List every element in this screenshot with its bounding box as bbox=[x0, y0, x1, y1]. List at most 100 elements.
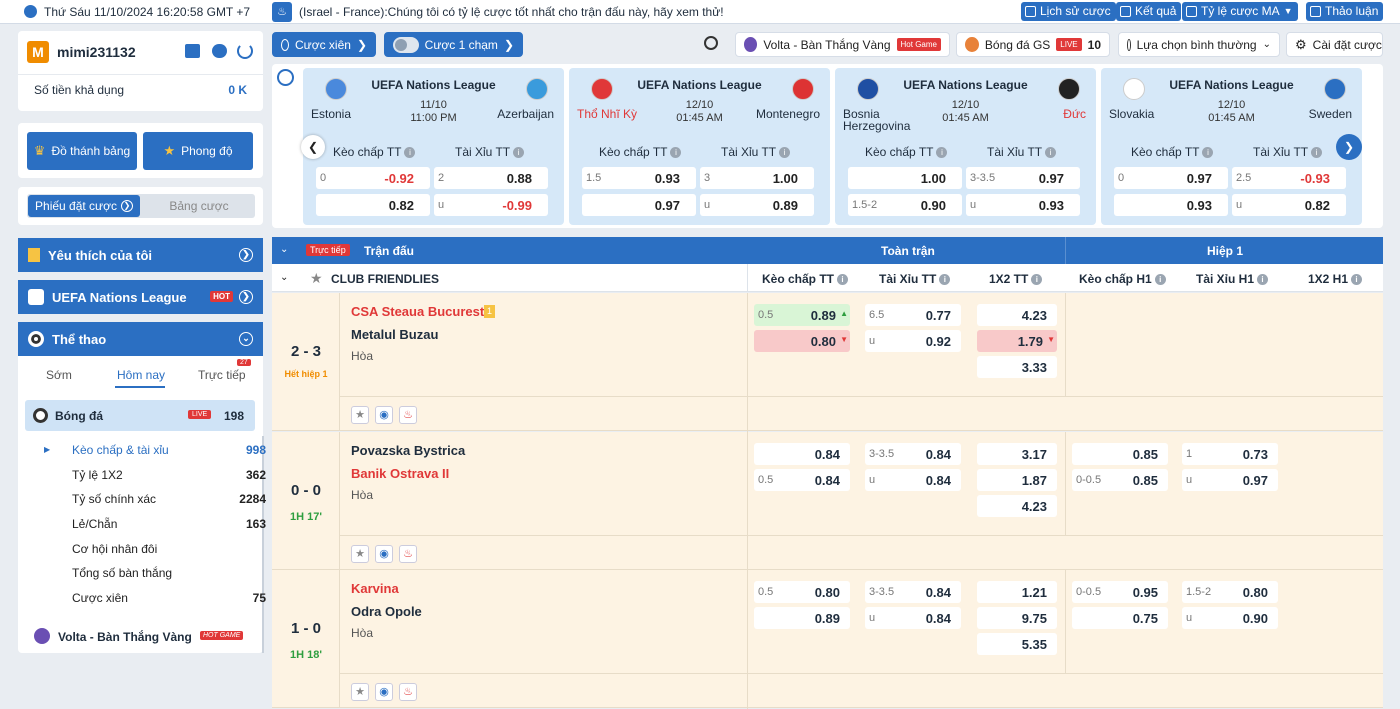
collapse-icon[interactable]: ⌄ bbox=[280, 244, 288, 255]
odds-cell[interactable]: 1.5-2 0.90 bbox=[848, 194, 962, 216]
odds-cell[interactable]: 2 0.88 bbox=[434, 167, 548, 189]
market-item[interactable]: Tỷ số chính xác 2284 bbox=[72, 492, 266, 506]
announcement[interactable]: (Israel - France):Chúng tôi có tỷ lệ cượ… bbox=[299, 5, 724, 19]
bet-history-button[interactable]: Lịch sử cược bbox=[1021, 2, 1116, 21]
odds-cell[interactable]: u 0.92 bbox=[865, 330, 961, 352]
sidebar-item-volta[interactable]: Volta - Bàn Thắng Vàng bbox=[58, 630, 192, 644]
book-icon[interactable] bbox=[185, 44, 200, 58]
bell-icon[interactable]: ♨ bbox=[272, 2, 292, 22]
sport-row-soccer[interactable]: Bóng đá LIVE 198 bbox=[25, 400, 255, 431]
odds-cell[interactable]: 5.35 bbox=[977, 633, 1057, 655]
odds-cell[interactable]: 0.5 0.89 ▲ bbox=[754, 304, 850, 326]
market-item[interactable]: Tỷ lệ 1X2 362 bbox=[72, 468, 266, 482]
odds-cell[interactable]: 0.80 ▼ bbox=[754, 330, 850, 352]
message-icon[interactable] bbox=[212, 44, 227, 58]
odds-cell[interactable]: 2.5 -0.93 bbox=[1232, 167, 1346, 189]
one-click-bet-toggle[interactable]: Cược 1 chạm ❯ bbox=[384, 32, 523, 57]
odds-cell[interactable]: 1.5-2 0.80 bbox=[1182, 581, 1278, 603]
home-team[interactable]: Karvina bbox=[351, 581, 399, 596]
odds-cell[interactable]: 3 1.00 bbox=[700, 167, 814, 189]
sidebar-item-favorites[interactable]: Yêu thích của tôi ❯ bbox=[18, 238, 263, 272]
odds-cell[interactable]: u -0.99 bbox=[434, 194, 548, 216]
star-icon[interactable]: ★ bbox=[310, 270, 323, 287]
odds-cell[interactable]: 0.5 0.80 bbox=[754, 581, 850, 603]
odds-cell[interactable]: 0-0.5 0.95 bbox=[1072, 581, 1168, 603]
featured-match-card[interactable]: UEFA Nations League 12/10 01:45 AM Bosnia H… bbox=[835, 68, 1096, 225]
toggle-switch[interactable] bbox=[393, 36, 419, 53]
odds-cell[interactable]: 0.82 bbox=[316, 194, 430, 216]
bet-slip-tab[interactable]: Phiếu đặt cược ❯ bbox=[28, 195, 140, 217]
form-button[interactable]: ★ Phong độ bbox=[143, 132, 253, 170]
market-item[interactable]: Cược xiên 75 bbox=[72, 591, 266, 605]
odds-cell[interactable]: 0.75 bbox=[1072, 607, 1168, 629]
away-team[interactable]: Odra Opole bbox=[351, 604, 422, 619]
odds-cell[interactable]: 1.79 ▼ bbox=[977, 330, 1057, 352]
odds-cell[interactable]: u 0.90 bbox=[1182, 607, 1278, 629]
fire-icon[interactable]: ♨ bbox=[399, 545, 417, 563]
star-icon[interactable]: ★ bbox=[351, 406, 369, 424]
featured-match-card[interactable]: UEFA Nations League 11/10 11:00 PM Estonia A… bbox=[303, 68, 564, 225]
eye-icon[interactable]: ◉ bbox=[375, 683, 393, 701]
odds-cell[interactable]: 1.00 bbox=[848, 167, 962, 189]
featured-match-card[interactable]: UEFA Nations League 12/10 01:45 AM Slovakia… bbox=[1101, 68, 1362, 225]
odds-cell[interactable]: u 0.84 bbox=[865, 607, 961, 629]
sidebar-item-sports[interactable]: Thể thao ⌄ bbox=[18, 322, 263, 356]
results-button[interactable]: Kết quả bbox=[1116, 2, 1182, 21]
odds-cell[interactable]: 1.5 0.93 bbox=[582, 167, 696, 189]
odds-cell[interactable]: 9.75 bbox=[977, 607, 1057, 629]
tab-today[interactable]: Hôm nay bbox=[117, 368, 165, 382]
odds-cell[interactable]: 1.21 bbox=[977, 581, 1057, 603]
volta-filter-button[interactable]: Volta - Bàn Thắng Vàng Hot Game bbox=[735, 32, 950, 57]
odds-cell[interactable]: u 0.82 bbox=[1232, 194, 1346, 216]
refresh-icon[interactable] bbox=[237, 43, 253, 59]
sort-dropdown[interactable]: Lựa chọn bình thường ⌄ bbox=[1118, 32, 1280, 57]
odds-cell[interactable]: 0.93 bbox=[1114, 194, 1228, 216]
featured-match-card[interactable]: UEFA Nations League 12/10 01:45 AM Thổ Nhĩ … bbox=[569, 68, 830, 225]
tab-live[interactable]: Trực tiếp bbox=[198, 368, 246, 382]
odds-cell[interactable]: u 0.89 bbox=[700, 194, 814, 216]
discussion-button[interactable]: Thảo luận bbox=[1306, 2, 1384, 21]
odds-cell[interactable]: 6.5 0.77 bbox=[865, 304, 961, 326]
odds-cell[interactable]: 3-3.5 0.84 bbox=[865, 443, 961, 465]
odds-cell[interactable]: u 0.84 bbox=[865, 469, 961, 491]
odds-cell[interactable]: 4.23 bbox=[977, 304, 1057, 326]
bet-settings-button[interactable]: ⚙ Cài đặt cược bbox=[1286, 32, 1383, 57]
market-item[interactable]: Lẻ/Chẵn 163 bbox=[72, 517, 266, 531]
odds-cell[interactable]: 0 0.97 bbox=[1114, 167, 1228, 189]
away-team[interactable]: Metalul Buzau bbox=[351, 327, 438, 342]
tab-early[interactable]: Sớm bbox=[46, 368, 72, 382]
fire-icon[interactable]: ♨ bbox=[399, 683, 417, 701]
odds-cell[interactable]: 1.87 bbox=[977, 469, 1057, 491]
odds-cell[interactable]: 3-3.5 0.84 bbox=[865, 581, 961, 603]
odds-cell[interactable]: 3.33 bbox=[977, 356, 1057, 378]
odds-cell[interactable]: 0.84 bbox=[754, 443, 850, 465]
odds-type-button[interactable]: Tỷ lệ cược MA ▼ bbox=[1182, 2, 1298, 21]
carousel-prev-button[interactable]: ❮ bbox=[301, 135, 325, 159]
odds-cell[interactable]: 0 -0.92 bbox=[316, 167, 430, 189]
star-icon[interactable]: ★ bbox=[351, 545, 369, 563]
gs-soccer-button[interactable]: Bóng đá GS LIVE 10 bbox=[956, 32, 1110, 57]
odds-cell[interactable]: 3.17 bbox=[977, 443, 1057, 465]
eye-icon[interactable]: ◉ bbox=[375, 406, 393, 424]
market-item[interactable]: Kèo chấp & tài xỉu 998 bbox=[72, 443, 266, 457]
home-team[interactable]: CSA Steaua Bucuresti bbox=[351, 304, 488, 319]
odds-cell[interactable]: u 0.93 bbox=[966, 194, 1080, 216]
league-header[interactable]: ⌄ ★ CLUB FRIENDLIES Kèo chấp TT i Tài Xỉu… bbox=[272, 264, 1383, 292]
market-item[interactable]: Tổng số bàn thắng bbox=[72, 566, 266, 580]
leaderboard-button[interactable]: ♛ Đồ thánh bảng bbox=[27, 132, 137, 170]
star-icon[interactable]: ★ bbox=[351, 683, 369, 701]
parlay-button[interactable]: Cược xiên ❯ bbox=[272, 32, 376, 57]
odds-cell[interactable]: 0-0.5 0.85 bbox=[1072, 469, 1168, 491]
home-team[interactable]: Povazska Bystrica bbox=[351, 443, 465, 458]
away-team[interactable]: Banik Ostrava II bbox=[351, 466, 449, 481]
market-item[interactable]: Cơ hội nhân đôi bbox=[72, 542, 266, 556]
odds-cell[interactable]: 3-3.5 0.97 bbox=[966, 167, 1080, 189]
odds-cell[interactable]: 1 0.73 bbox=[1182, 443, 1278, 465]
odds-cell[interactable]: 0.5 0.84 bbox=[754, 469, 850, 491]
odds-cell[interactable]: u 0.97 bbox=[1182, 469, 1278, 491]
search-icon[interactable] bbox=[704, 36, 718, 50]
collapse-icon[interactable]: ⌄ bbox=[280, 272, 288, 283]
bet-table-tab[interactable]: Bảng cược bbox=[143, 195, 255, 217]
odds-cell[interactable]: 4.23 bbox=[977, 495, 1057, 517]
fire-icon[interactable]: ♨ bbox=[399, 406, 417, 424]
